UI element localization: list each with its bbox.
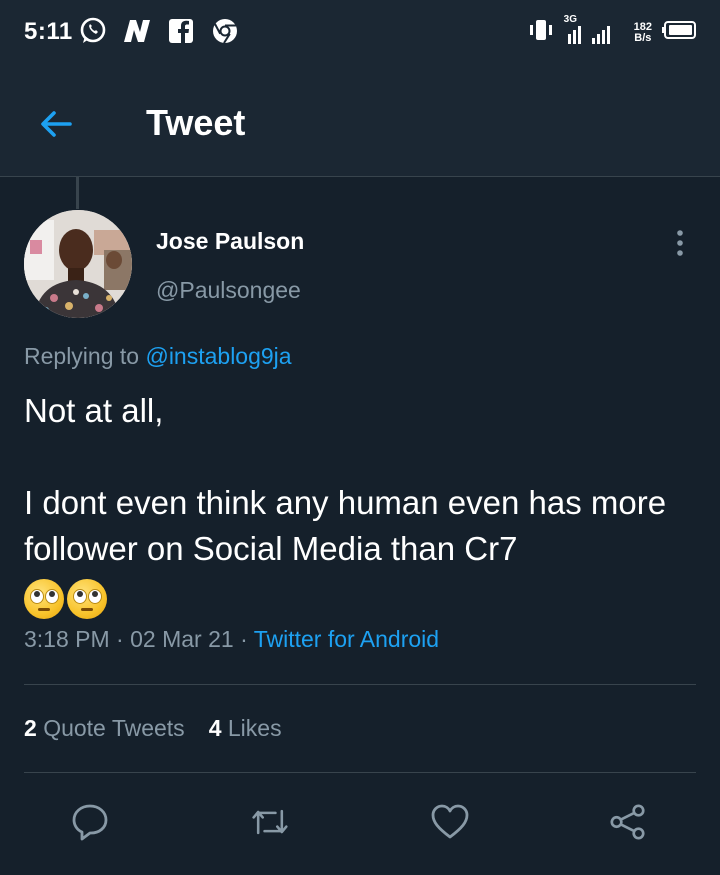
facebook-icon xyxy=(166,16,196,46)
status-system-icons: 3G 182 B/s xyxy=(526,14,698,47)
more-vertical-icon xyxy=(677,230,683,256)
battery-icon xyxy=(660,20,698,45)
status-bar: 5:11 3G 182 B/s xyxy=(0,0,720,64)
tweet-text-line: I dont even think any human even has mor… xyxy=(24,484,667,567)
like-count: 4 xyxy=(208,715,222,741)
emoji-row xyxy=(24,574,704,620)
reply-button[interactable] xyxy=(70,800,110,844)
replying-prefix: Replying to xyxy=(24,343,140,369)
tweet-date: 02 Mar 21 xyxy=(130,626,234,652)
like-button[interactable] xyxy=(430,800,470,844)
page-title: Tweet xyxy=(146,102,246,143)
n-app-icon xyxy=(122,16,152,46)
replying-to: Replying to @instablog9ja xyxy=(24,343,292,370)
network-type-label: 3G xyxy=(563,13,577,25)
quote-label: Quote Tweets xyxy=(43,715,185,741)
author-handle[interactable]: @Paulsongee xyxy=(156,277,301,304)
meta-separator: · xyxy=(240,626,248,652)
vibrate-icon xyxy=(526,18,556,47)
author-name[interactable]: Jose Paulson xyxy=(156,228,304,255)
tweet-text-line: Not at all, xyxy=(24,392,164,429)
quote-tweets-stat[interactable]: 2 Quote Tweets xyxy=(24,715,185,742)
share-icon xyxy=(610,804,645,840)
tweet-time: 3:18 PM xyxy=(24,626,110,652)
action-bar xyxy=(0,800,720,844)
status-time: 5:11 xyxy=(24,18,73,45)
divider xyxy=(24,772,696,773)
heart-icon xyxy=(431,804,469,839)
signal-icon: 3G xyxy=(564,14,626,46)
reply-mention-link[interactable]: @instablog9ja xyxy=(145,343,291,369)
back-arrow-icon xyxy=(41,111,72,137)
thread-connector xyxy=(76,177,79,209)
divider xyxy=(24,684,696,685)
whatsapp-icon xyxy=(78,16,108,46)
rolling-eyes-emoji-icon xyxy=(67,579,107,620)
tweet-text: Not at all, I dont even think any human … xyxy=(24,388,704,620)
tweet-stats: 2 Quote Tweets 4 Likes xyxy=(24,715,282,742)
tweet-meta: 3:18 PM · 02 Mar 21 · Twitter for Androi… xyxy=(24,626,439,653)
avatar[interactable] xyxy=(24,210,132,318)
more-options-button[interactable] xyxy=(668,228,692,258)
net-speed: 182 B/s xyxy=(634,21,652,44)
meta-separator: · xyxy=(116,626,124,652)
reply-icon xyxy=(72,804,108,841)
back-button[interactable] xyxy=(36,104,76,144)
tweet-source-link[interactable]: Twitter for Android xyxy=(254,626,439,652)
share-button[interactable] xyxy=(608,800,648,844)
retweet-icon xyxy=(252,809,288,835)
status-app-icons xyxy=(78,16,240,46)
quote-count: 2 xyxy=(24,715,37,741)
net-speed-unit: B/s xyxy=(634,31,652,44)
app-header: Tweet xyxy=(0,64,720,177)
retweet-button[interactable] xyxy=(250,800,290,844)
rolling-eyes-emoji-icon xyxy=(24,579,64,620)
likes-stat[interactable]: 4 Likes xyxy=(209,715,282,742)
chrome-icon xyxy=(210,16,240,46)
like-label: Likes xyxy=(227,715,282,741)
